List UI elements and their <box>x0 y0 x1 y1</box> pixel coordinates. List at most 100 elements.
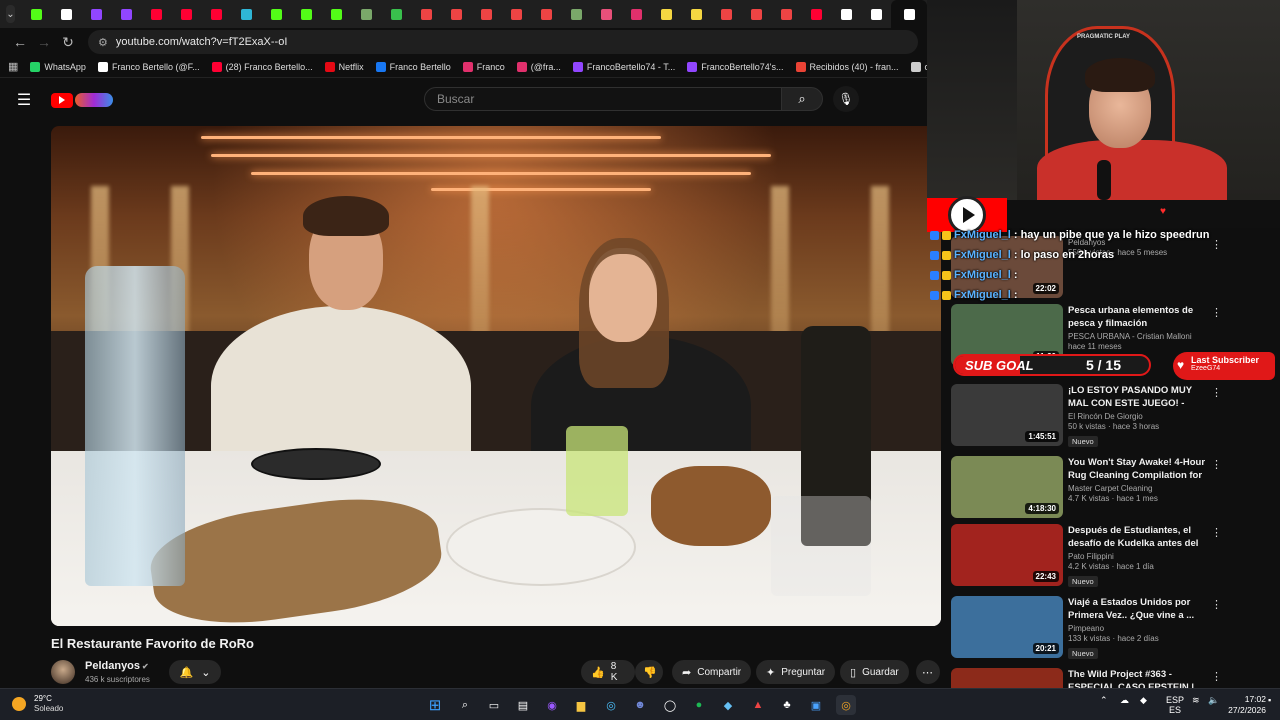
language-indicator[interactable]: ESP ES <box>1166 695 1184 715</box>
search-button[interactable]: ⌕ <box>781 87 823 111</box>
browser-tab[interactable] <box>441 0 471 28</box>
volume-icon[interactable]: 🔈 <box>1208 695 1219 705</box>
browser-tab[interactable] <box>51 0 81 28</box>
browser-tab[interactable] <box>711 0 741 28</box>
app-circle-icon[interactable]: ◉ <box>542 695 562 715</box>
more-actions-button[interactable]: ⋯ <box>916 660 940 684</box>
bookmark-item[interactable]: Netflix <box>324 61 364 72</box>
more-vertical-icon[interactable]: ⋮ <box>1211 670 1222 683</box>
browser-tab[interactable] <box>291 0 321 28</box>
bookmark-item[interactable]: Recibidos (40) - fran... <box>795 61 899 72</box>
video-channel[interactable]: Pato Filippini <box>1068 552 1208 561</box>
video-title[interactable]: Pesca urbana elementos de pesca y filmac… <box>1068 304 1208 330</box>
video-thumbnail[interactable]: 22:43 <box>951 524 1063 586</box>
video-title[interactable]: You Won't Stay Awake! 4-Hour Rug Cleanin… <box>1068 456 1208 482</box>
recommended-video[interactable]: 4:18:30 You Won't Stay Awake! 4-Hour Rug… <box>951 456 1251 518</box>
steam-icon[interactable]: ◆ <box>718 695 738 715</box>
more-vertical-icon[interactable]: ⋮ <box>1211 306 1222 319</box>
browser-tab[interactable] <box>21 0 51 28</box>
system-clock[interactable]: 17:02 27/2/2026 <box>1228 694 1266 716</box>
browser-tab[interactable] <box>591 0 621 28</box>
more-vertical-icon[interactable]: ⋮ <box>1211 458 1222 471</box>
back-arrow-icon[interactable]: ← <box>8 30 32 54</box>
browser-tab[interactable] <box>741 0 771 28</box>
video-channel[interactable]: PESCA URBANA - Cristian Malloni <box>1068 332 1208 341</box>
more-vertical-icon[interactable]: ⋮ <box>1211 598 1222 611</box>
chrome-icon[interactable]: ◎ <box>601 695 621 715</box>
bookmark-item[interactable]: (@fra... <box>516 61 561 72</box>
tray-network-icon[interactable]: ☁ <box>1120 695 1129 705</box>
bookmark-item[interactable]: FrancoBertello74 - T... <box>572 61 675 72</box>
browser-tab[interactable] <box>411 0 441 28</box>
browser-tab[interactable] <box>171 0 201 28</box>
more-vertical-icon[interactable]: ⋮ <box>1211 526 1222 539</box>
youtube-logo[interactable] <box>51 91 115 109</box>
video-channel[interactable]: Master Carpet Cleaning <box>1068 484 1208 493</box>
video-title[interactable]: ¡LO ESTOY PASANDO MUY MAL CON ESTE JUEGO… <box>1068 384 1208 410</box>
notification-bell-button[interactable]: 🔔 ⌄ <box>169 660 221 684</box>
browser-tab[interactable] <box>201 0 231 28</box>
weather-widget[interactable]: 29°C Soleado <box>12 694 63 713</box>
browser-tab[interactable] <box>381 0 411 28</box>
browser-tab[interactable] <box>531 0 561 28</box>
video-player[interactable] <box>51 126 941 626</box>
bookmark-item[interactable]: Franco <box>462 61 505 72</box>
video-title[interactable]: Después de Estudiantes, el desafío de Ku… <box>1068 524 1208 550</box>
github-icon[interactable]: ◯ <box>660 695 680 715</box>
spotify-icon[interactable]: ● <box>689 695 709 715</box>
channel-avatar[interactable] <box>51 660 75 684</box>
save-button[interactable]: ▯ Guardar <box>840 660 909 684</box>
bookmark-item[interactable]: (28) Franco Bertello... <box>211 61 313 72</box>
bookmark-item[interactable]: outlook <box>910 61 927 72</box>
browser-tab[interactable] <box>801 0 831 28</box>
chrome-active-icon[interactable]: ◎ <box>836 695 856 715</box>
share-button[interactable]: ➦ Compartir <box>672 660 752 684</box>
more-vertical-icon[interactable]: ⋮ <box>1211 386 1222 399</box>
bookmark-item[interactable]: Franco Bertello (@F... <box>97 61 200 72</box>
browser-tab[interactable] <box>111 0 141 28</box>
video-title[interactable]: Viajé a Estados Unidos por Primera Vez..… <box>1068 596 1208 622</box>
browser-tab[interactable] <box>861 0 891 28</box>
file-explorer-icon[interactable]: ▆ <box>571 695 591 715</box>
browser-tab[interactable] <box>681 0 711 28</box>
bookmark-item[interactable]: FrancoBertello74's... <box>687 61 784 72</box>
menu-icon[interactable]: ☰ <box>14 90 34 110</box>
notification-icon[interactable]: ▪ <box>1268 695 1271 705</box>
store-icon[interactable]: ▤ <box>513 695 533 715</box>
browser-tab[interactable] <box>771 0 801 28</box>
discord-icon[interactable]: ☻ <box>630 695 650 715</box>
windows-start-icon[interactable]: ⊞ <box>425 695 445 715</box>
browser-tab[interactable] <box>621 0 651 28</box>
site-info-icon[interactable]: ⚙ <box>98 36 108 49</box>
app-triangle-icon[interactable]: ▲ <box>748 695 768 715</box>
like-button[interactable]: 👍 8 K <box>581 660 635 684</box>
video-channel[interactable]: El Rincón De Giorgio <box>1068 412 1208 421</box>
tray-chevron-icon[interactable]: ⌃ <box>1100 695 1108 705</box>
browser-tab[interactable] <box>561 0 591 28</box>
browser-tab[interactable] <box>501 0 531 28</box>
browser-tab[interactable] <box>831 0 861 28</box>
browser-tab[interactable] <box>321 0 351 28</box>
reload-icon[interactable]: ↻ <box>56 30 80 54</box>
search-input[interactable]: Buscar <box>424 87 782 111</box>
dislike-button[interactable]: 👎 <box>635 660 663 684</box>
video-channel[interactable]: Pimpeano <box>1068 624 1208 633</box>
browser-tab[interactable] <box>471 0 501 28</box>
search-icon[interactable]: ⌕ <box>455 695 475 715</box>
bookmark-item[interactable]: WhatsApp <box>30 61 86 72</box>
voice-search-button[interactable]: 🎙 <box>833 86 859 112</box>
task-view-icon[interactable]: ▭ <box>484 695 504 715</box>
browser-tab[interactable] <box>141 0 171 28</box>
address-bar[interactable]: ⚙ youtube.com/watch?v=fT2ExaX--oI <box>88 30 918 54</box>
video-thumbnail[interactable]: 4:18:30 <box>951 456 1063 518</box>
tab-search-icon[interactable]: ⌄ <box>6 5 15 23</box>
browser-tab[interactable] <box>261 0 291 28</box>
browser-tab[interactable] <box>81 0 111 28</box>
browser-tab[interactable] <box>891 0 927 28</box>
forward-arrow-icon[interactable]: → <box>32 30 56 54</box>
channel-name[interactable]: Peldanyos ✔ <box>85 660 149 672</box>
recommended-video[interactable]: 22:43 Después de Estudiantes, el desafío… <box>951 524 1251 587</box>
recommended-video[interactable]: 1:45:51 ¡LO ESTOY PASANDO MUY MAL CON ES… <box>951 384 1251 447</box>
video-thumbnail[interactable]: 1:45:51 <box>951 384 1063 446</box>
browser-tab[interactable] <box>231 0 261 28</box>
